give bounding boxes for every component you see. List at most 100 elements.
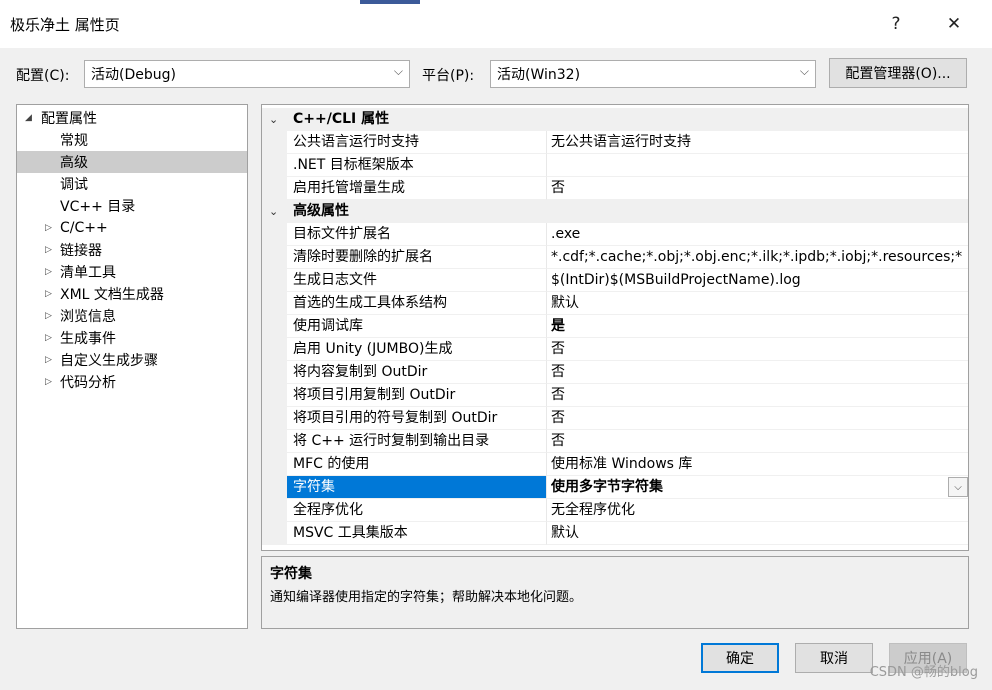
collapsed-twisty-icon[interactable]: ▷ xyxy=(45,223,52,233)
config-label: 配置(C): xyxy=(16,68,70,84)
property-value[interactable]: 否 xyxy=(547,338,968,361)
row-gutter xyxy=(262,384,287,407)
tree-item-label: 链接器 xyxy=(60,243,102,259)
category-advanced-properties[interactable]: ⌄ 高级属性 xyxy=(262,200,968,223)
collapsed-twisty-icon[interactable]: ▷ xyxy=(45,289,52,299)
description-title: 字符集 xyxy=(270,566,312,582)
chevron-down-icon: ⌵ xyxy=(393,64,403,78)
tree-item-vc-directories[interactable]: VC++ 目录 xyxy=(17,195,247,217)
row-gutter xyxy=(262,292,287,315)
tree-item-label: 高级 xyxy=(60,155,88,171)
config-manager-button[interactable]: 配置管理器(O)... xyxy=(829,58,967,88)
cancel-button[interactable]: 取消 xyxy=(795,643,873,673)
property-name: 将项目引用的符号复制到 OutDir xyxy=(287,407,547,430)
property-name: 全程序优化 xyxy=(287,499,547,522)
property-row[interactable]: 清除时要删除的扩展名 *.cdf;*.cache;*.obj;*.obj.enc… xyxy=(262,246,968,269)
property-row[interactable]: 启用托管增量生成 否 xyxy=(262,177,968,200)
platform-label: 平台(P): xyxy=(422,68,475,84)
property-name: MFC 的使用 xyxy=(287,453,547,476)
property-row-selected[interactable]: 字符集 使用多字节字符集 ⌵ xyxy=(262,476,968,499)
tree-item-browse-info[interactable]: ▷ 浏览信息 xyxy=(17,305,247,327)
tree-item-general[interactable]: 常规 xyxy=(17,129,247,151)
collapsed-twisty-icon[interactable]: ▷ xyxy=(45,311,52,321)
property-name: 生成日志文件 xyxy=(287,269,547,292)
property-row[interactable]: 首选的生成工具体系结构 默认 xyxy=(262,292,968,315)
property-name: 将内容复制到 OutDir xyxy=(287,361,547,384)
chevron-down-icon: ⌵ xyxy=(799,64,809,78)
property-row[interactable]: 全程序优化 无全程序优化 xyxy=(262,499,968,522)
tree-item-build-events[interactable]: ▷ 生成事件 xyxy=(17,327,247,349)
property-value[interactable]: .exe xyxy=(547,223,968,246)
row-gutter xyxy=(262,315,287,338)
tree-item-custom-build-step[interactable]: ▷ 自定义生成步骤 xyxy=(17,349,247,371)
property-row[interactable]: 启用 Unity (JUMBO)生成 否 xyxy=(262,338,968,361)
property-value[interactable]: 使用标准 Windows 库 xyxy=(547,453,968,476)
property-value[interactable]: $(IntDir)$(MSBuildProjectName).log xyxy=(547,269,968,292)
collapsed-twisty-icon[interactable]: ▷ xyxy=(45,267,52,277)
property-row[interactable]: 生成日志文件 $(IntDir)$(MSBuildProjectName).lo… xyxy=(262,269,968,292)
close-button[interactable]: ✕ xyxy=(934,6,974,42)
property-value[interactable]: 是 xyxy=(547,315,968,338)
property-value[interactable]: 否 xyxy=(547,384,968,407)
tree-item-linker[interactable]: ▷ 链接器 xyxy=(17,239,247,261)
config-select[interactable]: 活动(Debug) ⌵ xyxy=(84,60,410,88)
tree-item-debugging[interactable]: 调试 xyxy=(17,173,247,195)
property-row[interactable]: MSVC 工具集版本 默认 xyxy=(262,522,968,545)
row-gutter xyxy=(262,154,287,177)
tree-item-manifest-tool[interactable]: ▷ 清单工具 xyxy=(17,261,247,283)
property-value[interactable] xyxy=(547,154,968,177)
property-value[interactable]: 否 xyxy=(547,407,968,430)
collapse-chevron-icon[interactable]: ⌄ xyxy=(269,205,278,218)
ok-button[interactable]: 确定 xyxy=(701,643,779,673)
tree-item-label: 浏览信息 xyxy=(60,309,116,325)
row-gutter xyxy=(262,361,287,384)
window-title: 极乐净土 属性页 xyxy=(10,16,120,34)
tree-item-label: XML 文档生成器 xyxy=(60,287,164,303)
property-value[interactable]: 无全程序优化 xyxy=(547,499,968,522)
collapsed-twisty-icon[interactable]: ▷ xyxy=(45,245,52,255)
property-name: 清除时要删除的扩展名 xyxy=(287,246,547,269)
property-row[interactable]: 将项目引用复制到 OutDir 否 xyxy=(262,384,968,407)
category-cpp-cli[interactable]: ⌄ C++/CLI 属性 xyxy=(262,108,968,131)
tree-item-xml-doc-generator[interactable]: ▷ XML 文档生成器 xyxy=(17,283,247,305)
help-button[interactable]: ? xyxy=(876,6,916,42)
property-row[interactable]: 使用调试库 是 xyxy=(262,315,968,338)
expand-twisty-icon[interactable]: ◢ xyxy=(25,113,32,123)
collapsed-twisty-icon[interactable]: ▷ xyxy=(45,377,52,387)
row-gutter xyxy=(262,499,287,522)
collapsed-twisty-icon[interactable]: ▷ xyxy=(45,333,52,343)
property-value[interactable]: 否 xyxy=(547,361,968,384)
tree-item-advanced[interactable]: 高级 xyxy=(17,151,247,173)
property-value[interactable]: *.cdf;*.cache;*.obj;*.obj.enc;*.ilk;*.ip… xyxy=(547,246,968,269)
property-tree[interactable]: ◢ 配置属性 常规 高级 调试 VC++ 目录 ▷ C/C++ ▷ 链接器 ▷ … xyxy=(16,104,248,629)
tree-item-c-cpp[interactable]: ▷ C/C++ xyxy=(17,217,247,239)
tree-item-code-analysis[interactable]: ▷ 代码分析 xyxy=(17,371,247,393)
property-value[interactable]: 默认 xyxy=(547,522,968,545)
property-row[interactable]: 将项目引用的符号复制到 OutDir 否 xyxy=(262,407,968,430)
property-row[interactable]: 将 C++ 运行时复制到输出目录 否 xyxy=(262,430,968,453)
platform-select[interactable]: 活动(Win32) ⌵ xyxy=(490,60,816,88)
property-grid[interactable]: ⌄ C++/CLI 属性 公共语言运行时支持 无公共语言运行时支持 .NET 目… xyxy=(261,104,969,551)
property-value[interactable]: 否 xyxy=(547,430,968,453)
tree-item-label: 配置属性 xyxy=(41,111,97,127)
property-value[interactable]: 默认 xyxy=(547,292,968,315)
property-name: 启用托管增量生成 xyxy=(287,177,547,200)
category-title: 高级属性 xyxy=(293,203,349,219)
property-row[interactable]: 目标文件扩展名 .exe xyxy=(262,223,968,246)
property-row[interactable]: MFC 的使用 使用标准 Windows 库 xyxy=(262,453,968,476)
row-gutter xyxy=(262,430,287,453)
property-name: 目标文件扩展名 xyxy=(287,223,547,246)
platform-select-value: 活动(Win32) xyxy=(497,67,581,83)
property-row[interactable]: 将内容复制到 OutDir 否 xyxy=(262,361,968,384)
tree-item-label: 生成事件 xyxy=(60,331,116,347)
chevron-down-icon[interactable]: ⌵ xyxy=(948,477,968,497)
collapsed-twisty-icon[interactable]: ▷ xyxy=(45,355,52,365)
property-value[interactable]: 无公共语言运行时支持 xyxy=(547,131,968,154)
collapse-chevron-icon[interactable]: ⌄ xyxy=(269,113,278,126)
property-row[interactable]: 公共语言运行时支持 无公共语言运行时支持 xyxy=(262,131,968,154)
tree-item-config-properties[interactable]: ◢ 配置属性 xyxy=(17,107,247,129)
row-gutter xyxy=(262,131,287,154)
property-value[interactable]: 否 xyxy=(547,177,968,200)
property-value[interactable]: 使用多字节字符集 xyxy=(547,476,968,499)
property-row[interactable]: .NET 目标框架版本 xyxy=(262,154,968,177)
